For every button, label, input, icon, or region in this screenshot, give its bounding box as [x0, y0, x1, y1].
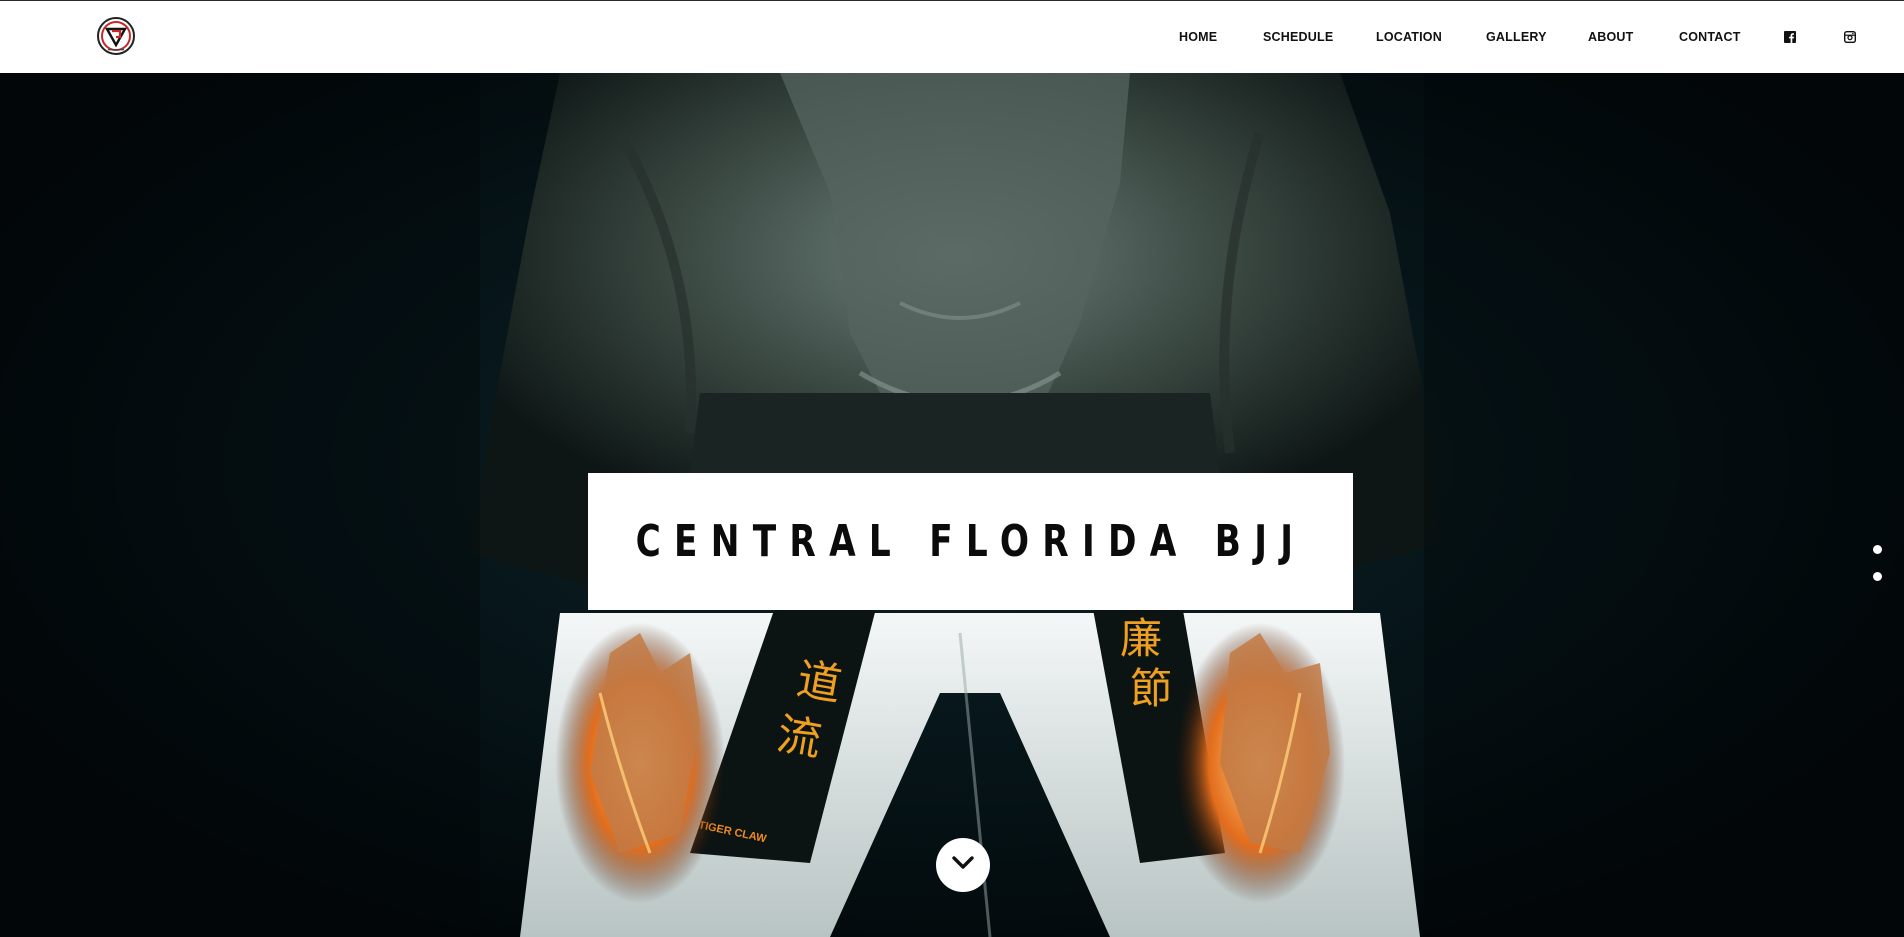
facebook-icon[interactable] [1784, 30, 1796, 43]
nav-schedule[interactable]: SCHEDULE [1263, 30, 1333, 44]
slide-dot-1[interactable] [1873, 545, 1882, 554]
svg-text:節: 節 [1130, 664, 1172, 713]
scroll-down-button[interactable] [936, 838, 990, 892]
hero-title-card: CENTRAL FLORIDA BJJ [588, 473, 1353, 610]
nav-location[interactable]: LOCATION [1376, 30, 1442, 44]
site-header: HOME SCHEDULE LOCATION GALLERY ABOUT CON… [0, 0, 1904, 73]
nav-home[interactable]: HOME [1179, 30, 1217, 44]
chevron-down-icon [952, 855, 974, 875]
svg-text:廉: 廉 [1120, 614, 1162, 663]
logo-icon[interactable] [96, 16, 136, 56]
nav-contact[interactable]: CONTACT [1679, 30, 1741, 44]
svg-text:流: 流 [773, 709, 825, 767]
nav-about[interactable]: ABOUT [1588, 30, 1633, 44]
page: HOME SCHEDULE LOCATION GALLERY ABOUT CON… [0, 0, 1904, 937]
instagram-icon[interactable] [1843, 30, 1857, 44]
svg-text:道: 道 [793, 654, 845, 712]
nav-gallery[interactable]: GALLERY [1486, 30, 1547, 44]
slide-dot-2[interactable] [1873, 572, 1882, 581]
hero-title: CENTRAL FLORIDA BJJ [635, 516, 1306, 567]
